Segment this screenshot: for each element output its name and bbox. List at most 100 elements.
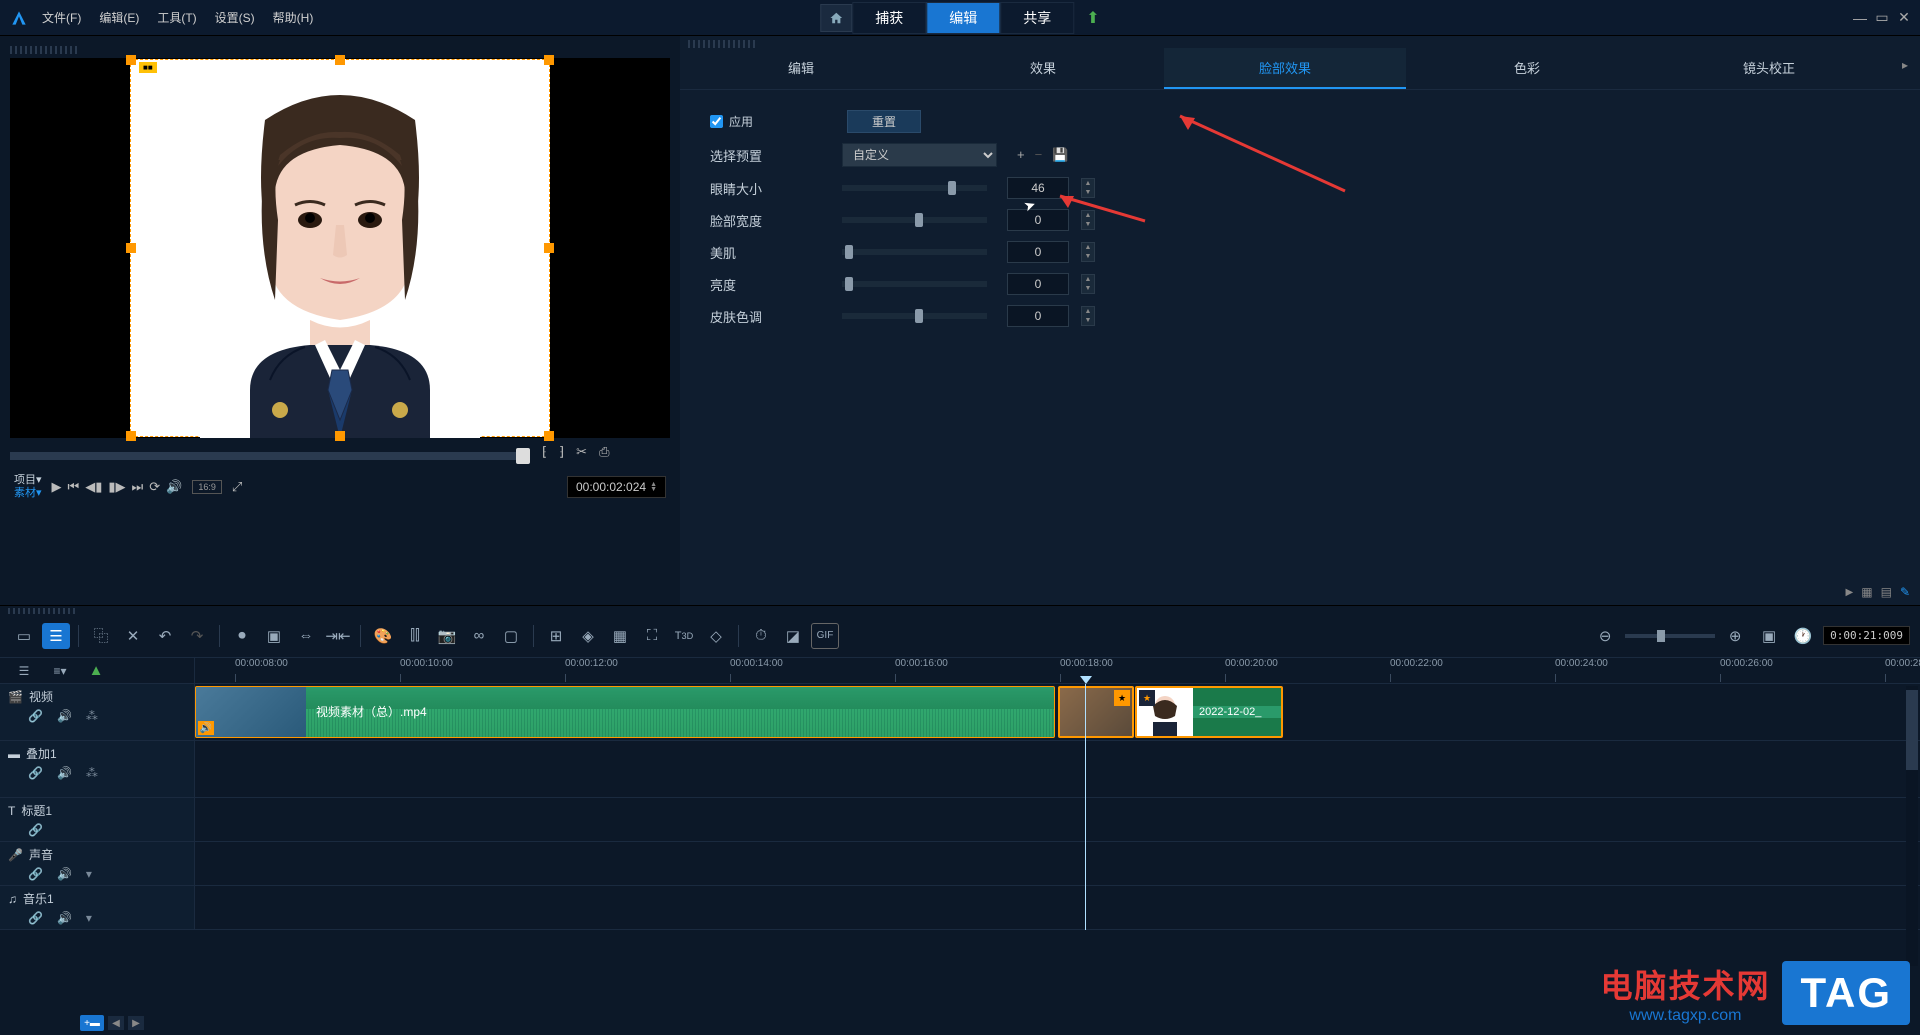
- link-icon[interactable]: 🔗: [28, 911, 43, 925]
- expand-icon[interactable]: ▾: [86, 867, 92, 881]
- menu-file[interactable]: 文件(F): [42, 9, 81, 26]
- panel-grip[interactable]: [10, 46, 80, 54]
- fit-timeline-icon[interactable]: ▣: [1755, 623, 1783, 649]
- timeline-ruler[interactable]: 00:00:08:0000:00:10:0000:00:12:0000:00:1…: [195, 658, 1920, 683]
- zoom-slider[interactable]: [1625, 634, 1715, 638]
- mark-in-icon[interactable]: ⁅: [542, 444, 547, 460]
- preset-add-icon[interactable]: +: [1017, 147, 1025, 163]
- slider-3[interactable]: [842, 281, 987, 287]
- title-track[interactable]: [195, 798, 1920, 840]
- slider-value-input[interactable]: [1007, 209, 1069, 231]
- reset-button[interactable]: 重置: [847, 110, 921, 133]
- next-frame-icon[interactable]: ▮▶: [108, 479, 125, 495]
- props-tab-face[interactable]: 脸部效果: [1164, 48, 1406, 89]
- preview-scrubber[interactable]: [10, 452, 530, 460]
- panel-grip[interactable]: [8, 608, 78, 614]
- tab-capture[interactable]: 捕获: [852, 2, 926, 34]
- video-track[interactable]: 视频素材（总）.mp4 🔊 ★ ★ 2022-12-02_: [195, 684, 1920, 740]
- list-icon[interactable]: ☰: [10, 658, 38, 684]
- scroll-right-icon[interactable]: ▶: [1846, 587, 1854, 598]
- spinner[interactable]: ▲▼: [1081, 178, 1095, 198]
- undo-icon[interactable]: ↶: [151, 623, 179, 649]
- copy-icon[interactable]: ⿻: [87, 623, 115, 649]
- speed-icon[interactable]: ⏱: [747, 623, 775, 649]
- expand-icon[interactable]: ⤢: [232, 479, 242, 495]
- add-track-button[interactable]: +▬: [80, 1015, 104, 1031]
- loop-icon[interactable]: ⟳: [149, 479, 160, 495]
- marker-icon[interactable]: ⫿⫿: [401, 623, 429, 649]
- link-icon[interactable]: ∞: [465, 623, 493, 649]
- slider-0[interactable]: [842, 185, 987, 191]
- props-tab-edit[interactable]: 编辑: [680, 48, 922, 89]
- preview-timecode[interactable]: 00:00:02:024 ▲▼: [567, 476, 666, 498]
- expand-icon[interactable]: ⛶: [638, 623, 666, 649]
- slider-value-input[interactable]: [1007, 273, 1069, 295]
- preview-viewport[interactable]: ■■: [10, 58, 670, 438]
- preset-select[interactable]: 自定义: [842, 143, 997, 167]
- goto-end-icon[interactable]: ⏭: [132, 479, 144, 495]
- zoom-out-icon[interactable]: ⊖: [1591, 623, 1619, 649]
- snapshot-icon[interactable]: ⎙: [599, 444, 609, 460]
- resize-handle[interactable]: [335, 55, 345, 65]
- minimize-button[interactable]: —: [1852, 11, 1868, 25]
- volume-icon[interactable]: 🔊: [166, 479, 182, 495]
- tools-icon[interactable]: ✕: [119, 623, 147, 649]
- center-icon[interactable]: ◈: [574, 623, 602, 649]
- resize-handle[interactable]: [126, 243, 136, 253]
- link-icon[interactable]: 🔗: [28, 867, 43, 881]
- panel-grip[interactable]: [688, 40, 758, 48]
- menu-settings[interactable]: 设置(S): [215, 9, 255, 26]
- spinner[interactable]: ▲▼: [1081, 210, 1095, 230]
- keyframe-icon[interactable]: ◇: [702, 623, 730, 649]
- timeline-view-icon[interactable]: ☰: [42, 623, 70, 649]
- aspect-ratio-selector[interactable]: 16:9: [192, 480, 222, 494]
- prev-frame-icon[interactable]: ◀▮: [85, 479, 102, 495]
- gif-icon[interactable]: GIF: [811, 623, 839, 649]
- slider-4[interactable]: [842, 313, 987, 319]
- text3d-icon[interactable]: T3D: [670, 623, 698, 649]
- record-icon[interactable]: ⏺: [228, 623, 256, 649]
- props-tab-effect[interactable]: 效果: [922, 48, 1164, 89]
- music-track[interactable]: [195, 886, 1920, 928]
- edit-props-icon[interactable]: ✎: [1900, 585, 1910, 599]
- resize-handle[interactable]: [335, 431, 345, 441]
- goto-start-icon[interactable]: ⏮: [68, 479, 80, 495]
- resize-handle[interactable]: [126, 55, 136, 65]
- menu-edit[interactable]: 编辑(E): [99, 9, 139, 26]
- project-label[interactable]: 项目▾: [14, 474, 42, 487]
- resize-handle[interactable]: [544, 431, 554, 441]
- selected-clip-frame[interactable]: ■■: [130, 59, 550, 437]
- lock-icon[interactable]: ⁂: [86, 709, 98, 723]
- split-icon[interactable]: ✂: [576, 444, 587, 460]
- menu-tools[interactable]: 工具(T): [157, 9, 196, 26]
- overlay-track[interactable]: [195, 741, 1920, 797]
- lock-icon[interactable]: ⁂: [86, 766, 98, 780]
- resize-h-icon[interactable]: ⇔: [292, 623, 320, 649]
- props-tab-lens[interactable]: 镜头校正: [1648, 48, 1890, 89]
- video-clip-3[interactable]: ★ 2022-12-02_: [1135, 686, 1283, 738]
- mark-out-icon[interactable]: ⁆: [559, 444, 564, 460]
- timeline-timecode[interactable]: 0:00:21:009: [1823, 626, 1910, 645]
- preset-save-icon[interactable]: 💾: [1052, 147, 1068, 163]
- playhead[interactable]: [1085, 684, 1086, 930]
- mute-icon[interactable]: 🔊: [57, 709, 72, 723]
- speaker-icon[interactable]: 🔊: [198, 721, 214, 735]
- resize-handle[interactable]: [544, 243, 554, 253]
- fit-icon[interactable]: ⇥⇤: [324, 623, 352, 649]
- mute-icon[interactable]: 🔊: [57, 867, 72, 881]
- clock-icon[interactable]: 🕐: [1789, 623, 1817, 649]
- props-more-icon[interactable]: ▸: [1890, 48, 1920, 89]
- resize-handle[interactable]: [126, 431, 136, 441]
- video-clip-2[interactable]: ★: [1058, 686, 1134, 738]
- storyboard-view-icon[interactable]: ▭: [10, 623, 38, 649]
- apply-checkbox[interactable]: 应用: [710, 113, 753, 130]
- preset-remove-icon[interactable]: −: [1035, 147, 1043, 163]
- tab-share[interactable]: 共享: [1000, 2, 1074, 34]
- spinner[interactable]: ▲▼: [1081, 306, 1095, 326]
- grid-icon[interactable]: ⊞: [542, 623, 570, 649]
- mute-icon[interactable]: 🔊: [57, 911, 72, 925]
- crop-icon[interactable]: ▣: [260, 623, 288, 649]
- slider-value-input[interactable]: [1007, 305, 1069, 327]
- home-tab[interactable]: [820, 4, 852, 32]
- track-add-icon[interactable]: ▲: [82, 658, 110, 684]
